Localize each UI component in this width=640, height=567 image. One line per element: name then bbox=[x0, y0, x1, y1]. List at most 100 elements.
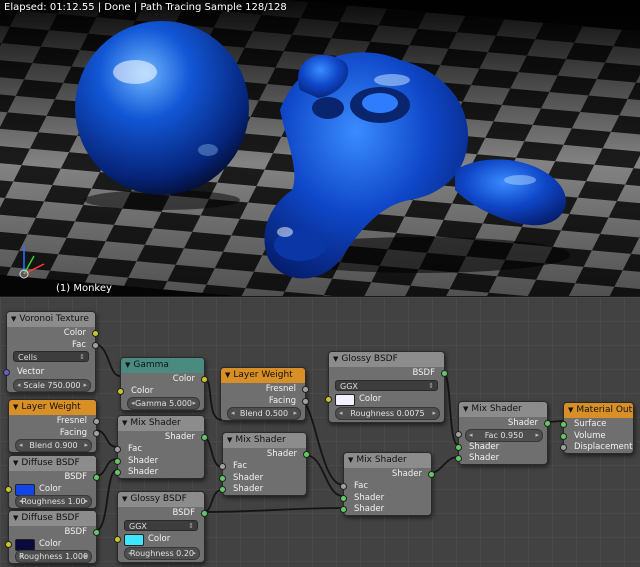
output-socket-color[interactable] bbox=[201, 376, 208, 383]
roughness-field[interactable]: ◂ Roughness 1.00 ▸ bbox=[15, 495, 92, 508]
input-socket-color[interactable] bbox=[5, 486, 12, 493]
roughness-field[interactable]: ◂ Roughness 0.0075 ▸ bbox=[335, 407, 440, 420]
color-swatch[interactable] bbox=[335, 394, 355, 406]
input-socket-shader[interactable] bbox=[455, 455, 462, 462]
blend-field[interactable]: ◂ Blend 0.900 ▸ bbox=[15, 439, 92, 452]
distribution-dropdown[interactable]: GGX ⇕ bbox=[124, 520, 198, 531]
input-socket-vector[interactable] bbox=[3, 369, 10, 376]
input-socket-displacement[interactable] bbox=[560, 444, 567, 451]
output-socket-shader[interactable] bbox=[303, 451, 310, 458]
collapse-arrow-icon[interactable]: ▼ bbox=[13, 400, 18, 415]
blend-field[interactable]: ◂ Blend 0.500 ▸ bbox=[227, 407, 301, 420]
collapse-arrow-icon[interactable]: ▼ bbox=[225, 368, 230, 383]
increment-arrow-icon[interactable]: ▸ bbox=[84, 496, 88, 507]
output-socket-color[interactable] bbox=[92, 330, 99, 337]
node-glossy-bsdf[interactable]: ▼ Glossy BSDF BSDF GGX ⇕ Color ◂ Roughness … bbox=[114, 491, 208, 563]
input-socket-shader[interactable] bbox=[340, 495, 347, 502]
collapse-arrow-icon[interactable]: ▼ bbox=[125, 358, 130, 373]
increment-arrow-icon[interactable]: ▸ bbox=[84, 440, 88, 451]
decrement-arrow-icon[interactable]: ◂ bbox=[339, 408, 343, 419]
input-socket-fac[interactable] bbox=[219, 463, 226, 470]
node-editor[interactable]: ▼ Voronoi Texture Color Fac Cells ⇕ Vector… bbox=[0, 297, 640, 567]
output-socket-facing[interactable] bbox=[302, 398, 309, 405]
node-layer-weight[interactable]: ▼ Layer Weight Fresnel Facing ◂ Blend 0.90… bbox=[8, 399, 100, 453]
collapse-arrow-icon[interactable]: ▼ bbox=[122, 416, 127, 431]
gamma-field[interactable]: ◂ Gamma 5.000 ▸ bbox=[127, 397, 200, 410]
output-socket-fresnel[interactable] bbox=[302, 386, 309, 393]
output-socket-facing[interactable] bbox=[93, 430, 100, 437]
node-diffuse-bsdf[interactable]: ▼ Diffuse BSDF BSDF Color ◂ Roughness 1.00… bbox=[5, 455, 100, 509]
output-socket-shader[interactable] bbox=[201, 434, 208, 441]
input-socket-fac[interactable] bbox=[340, 483, 347, 490]
output-socket-fac[interactable] bbox=[92, 342, 99, 349]
roughness-field[interactable]: ◂ Roughness 1.000 ▸ bbox=[15, 550, 92, 563]
decrement-arrow-icon[interactable]: ◂ bbox=[128, 548, 132, 559]
input-socket-shader[interactable] bbox=[219, 486, 226, 493]
collapse-arrow-icon[interactable]: ▼ bbox=[13, 456, 18, 471]
input-socket-color[interactable] bbox=[325, 396, 332, 403]
node-gamma[interactable]: ▼ Gamma Color Color ◂ Gamma 5.000 ▸ bbox=[117, 357, 208, 411]
decrement-arrow-icon[interactable]: ◂ bbox=[131, 398, 135, 409]
active-object-label: (1) Monkey bbox=[56, 283, 112, 294]
input-socket-color[interactable] bbox=[114, 536, 121, 543]
input-socket-shader[interactable] bbox=[340, 506, 347, 513]
increment-arrow-icon[interactable]: ▸ bbox=[293, 408, 297, 419]
output-socket-shader[interactable] bbox=[428, 471, 435, 478]
input-socket-shader[interactable] bbox=[114, 469, 121, 476]
decrement-arrow-icon[interactable]: ◂ bbox=[469, 430, 473, 441]
output-socket-bsdf[interactable] bbox=[93, 529, 100, 536]
node-mix-shader[interactable]: ▼ Mix Shader Shader ◂ Fac 0.950 ▸ Shader Sh… bbox=[455, 401, 551, 465]
output-socket-shader[interactable] bbox=[544, 420, 551, 427]
output-socket-fresnel[interactable] bbox=[93, 418, 100, 425]
increment-arrow-icon[interactable]: ▸ bbox=[84, 551, 88, 562]
increment-arrow-icon[interactable]: ▸ bbox=[432, 408, 436, 419]
coloring-dropdown[interactable]: Cells ⇕ bbox=[13, 351, 89, 362]
output-socket-bsdf[interactable] bbox=[201, 510, 208, 517]
node-mix-shader[interactable]: ▼ Mix Shader Shader Fac Shader Shader bbox=[114, 415, 208, 479]
decrement-arrow-icon[interactable]: ◂ bbox=[231, 408, 235, 419]
collapse-arrow-icon[interactable]: ▼ bbox=[333, 352, 338, 367]
collapse-arrow-icon[interactable]: ▼ bbox=[348, 453, 353, 468]
scale-field[interactable]: ◂ Scale 750.000 ▸ bbox=[13, 379, 91, 392]
input-socket-color[interactable] bbox=[117, 388, 124, 395]
increment-arrow-icon[interactable]: ▸ bbox=[83, 380, 87, 391]
collapse-arrow-icon[interactable]: ▼ bbox=[122, 492, 127, 507]
collapse-arrow-icon[interactable]: ▼ bbox=[13, 511, 18, 526]
decrement-arrow-icon[interactable]: ◂ bbox=[19, 440, 23, 451]
node-layer-weight[interactable]: ▼ Layer Weight Fresnel Facing ◂ Blend 0.50… bbox=[220, 367, 309, 421]
node-voronoi-texture[interactable]: ▼ Voronoi Texture Color Fac Cells ⇕ Vector… bbox=[3, 311, 99, 393]
roughness-field[interactable]: ◂ Roughness 0.20 ▸ bbox=[124, 547, 200, 560]
input-socket-color[interactable] bbox=[5, 541, 12, 548]
input-socket-shader[interactable] bbox=[455, 444, 462, 451]
node-title: Mix Shader bbox=[235, 435, 286, 445]
input-socket-shader[interactable] bbox=[219, 475, 226, 482]
3d-viewport[interactable]: Elapsed: 01:12.55 | Done | Path Tracing … bbox=[0, 0, 640, 297]
decrement-arrow-icon[interactable]: ◂ bbox=[17, 380, 21, 391]
node-mix-shader[interactable]: ▼ Mix Shader Shader Fac Shader Shader bbox=[219, 432, 310, 496]
color-swatch[interactable] bbox=[124, 534, 144, 546]
collapse-arrow-icon[interactable]: ▼ bbox=[11, 312, 16, 327]
input-socket-shader[interactable] bbox=[114, 458, 121, 465]
input-socket-fac[interactable] bbox=[114, 446, 121, 453]
collapse-arrow-icon[interactable]: ▼ bbox=[568, 403, 573, 418]
input-socket-fac[interactable] bbox=[455, 431, 462, 438]
node-material-output[interactable]: ▼Material Outpu Surface Volume Displacem… bbox=[560, 402, 634, 454]
increment-arrow-icon[interactable]: ▸ bbox=[192, 548, 196, 559]
node-diffuse-bsdf[interactable]: ▼ Diffuse BSDF BSDF Color ◂ Roughness 1.00… bbox=[5, 510, 100, 564]
chevron-updown-icon: ⇕ bbox=[428, 382, 434, 390]
node-mix-shader[interactable]: ▼ Mix Shader Shader Fac Shader Shader bbox=[340, 452, 435, 516]
input-socket-volume[interactable] bbox=[560, 433, 567, 440]
output-socket-bsdf[interactable] bbox=[441, 370, 448, 377]
socket-label: Shader bbox=[354, 504, 385, 514]
collapse-arrow-icon[interactable]: ▼ bbox=[227, 433, 232, 448]
input-socket-surface[interactable] bbox=[560, 421, 567, 428]
increment-arrow-icon[interactable]: ▸ bbox=[535, 430, 539, 441]
decrement-arrow-icon[interactable]: ◂ bbox=[19, 496, 23, 507]
node-glossy-bsdf[interactable]: ▼ Glossy BSDF BSDF GGX ⇕ Color ◂ Roughness … bbox=[325, 351, 448, 423]
distribution-dropdown[interactable]: GGX ⇕ bbox=[335, 380, 438, 391]
output-socket-bsdf[interactable] bbox=[93, 474, 100, 481]
increment-arrow-icon[interactable]: ▸ bbox=[192, 398, 196, 409]
collapse-arrow-icon[interactable]: ▼ bbox=[463, 402, 468, 417]
decrement-arrow-icon[interactable]: ◂ bbox=[19, 551, 23, 562]
fac-field[interactable]: ◂ Fac 0.950 ▸ bbox=[465, 429, 543, 442]
